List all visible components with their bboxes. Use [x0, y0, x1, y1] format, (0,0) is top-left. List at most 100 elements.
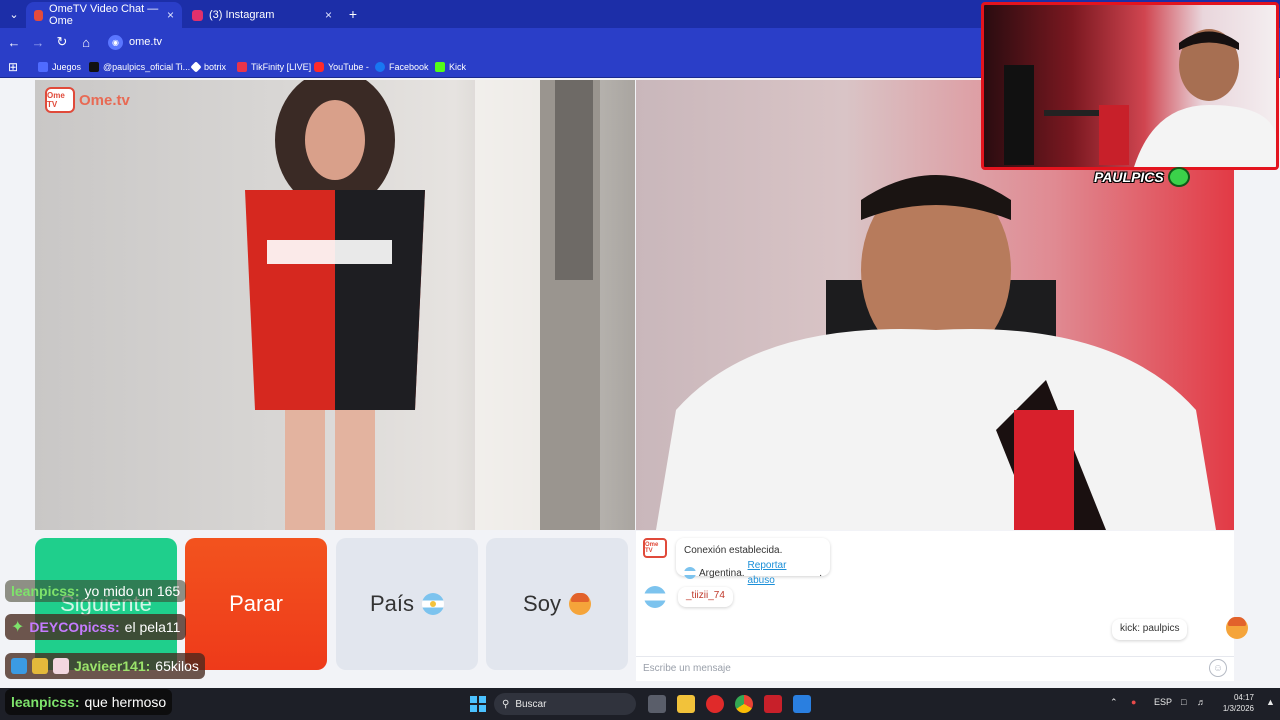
tab-list-icon[interactable]: ⌄ [5, 5, 23, 23]
argentina-flag-icon [684, 567, 696, 579]
reload-icon[interactable]: ↻ [53, 33, 71, 51]
stranger-video-frame [245, 80, 600, 530]
stop-button[interactable]: Parar [185, 538, 327, 670]
tab-ometv[interactable]: OmeTV Video Chat — Ome × [26, 2, 182, 28]
apps-grid-icon[interactable]: ⊞ [4, 58, 22, 76]
emoji-icon[interactable]: ☺ [1209, 659, 1227, 677]
kick-icon [435, 62, 445, 72]
peer-country: Argentina. [698, 567, 745, 579]
bookmark-label: TikFinity [LIVE] [251, 62, 312, 72]
peer-username: _tiizii_74 [678, 587, 733, 607]
own-message: kick: paulpics [1112, 619, 1188, 640]
botrix-icon [190, 61, 202, 73]
microphone-icon[interactable]: ● [1131, 697, 1136, 707]
stream-brand-text: PAULPICS [1094, 169, 1164, 185]
new-tab-button[interactable]: + [344, 5, 362, 23]
bookmark-label: botrix [204, 62, 227, 72]
bookmark-label: YouTube - [328, 62, 369, 72]
bookmark-kick[interactable]: Kick [435, 60, 466, 74]
streamer-webcam-overlay [981, 2, 1279, 170]
chat-username: Javieer141: [74, 658, 151, 674]
youtube-music-icon[interactable] [706, 695, 724, 713]
argentina-flag-icon [422, 593, 445, 615]
clock-time: 04:17 [1233, 693, 1254, 702]
youtube-icon [314, 62, 324, 72]
stream-chat-message: leanpicss: yo mido un 165 [5, 580, 187, 602]
system-message: Conexión establecida. Argentina. Reporta… [676, 538, 830, 586]
taskbar-search[interactable]: ⚲ Buscar [494, 693, 636, 715]
country-filter-button[interactable]: País [336, 538, 478, 670]
chrome-icon[interactable] [735, 695, 753, 713]
folder-icon [38, 62, 48, 72]
windows-start-icon[interactable] [469, 695, 487, 713]
bookmark-juegos[interactable]: Juegos [38, 60, 81, 74]
chat-username: leanpicss: [11, 694, 80, 710]
tab-title: (3) Instagram [209, 9, 275, 21]
bookmark-tiktok[interactable]: @paulpics_oficial Ti... [89, 60, 190, 74]
crown-badge-icon [32, 658, 48, 674]
report-abuse-link[interactable]: Reportar abuso [748, 558, 817, 588]
chat-username: DEYCOpicss: [29, 619, 120, 635]
tiktok-icon [89, 62, 99, 72]
bookmark-label: Facebook [389, 62, 429, 72]
taskbar-clock[interactable]: 04:17 1/3/2026 [1214, 692, 1254, 714]
next-button[interactable]: Siguiente [35, 538, 177, 670]
stop-button-label: Parar [229, 591, 283, 616]
url-field[interactable]: ◉ ome.tv [104, 32, 974, 52]
stranger-video [35, 80, 635, 530]
webcam-frame [1004, 29, 1276, 167]
stream-chat-message: leanpicss: que hermoso [5, 689, 173, 715]
bookmark-youtube[interactable]: YouTube - [314, 60, 369, 74]
bookmark-facebook[interactable]: Facebook [375, 60, 429, 74]
moderator-badge-icon [11, 658, 27, 674]
close-icon[interactable]: × [325, 8, 332, 22]
ometv-tv-icon: Ome TV [45, 87, 75, 113]
country-button-label: País [369, 591, 415, 616]
volume-icon[interactable]: ♬ [1197, 697, 1206, 707]
report-abuse-punct: . [819, 567, 822, 579]
close-icon[interactable]: × [167, 8, 174, 22]
notifications-icon[interactable]: ▲ [1266, 697, 1275, 707]
url-text: ome.tv [129, 36, 163, 48]
home-icon[interactable]: ⌂ [77, 33, 95, 51]
gender-button-label: Soy [523, 591, 561, 616]
gender-button[interactable]: Soy [486, 538, 628, 670]
chat-text: yo mido un 165 [84, 583, 181, 599]
file-explorer-icon[interactable] [677, 695, 695, 713]
gift-badge-icon [53, 658, 69, 674]
clock-date: 1/3/2026 [1222, 704, 1254, 713]
instagram-favicon-icon [192, 9, 203, 21]
bookmark-tikfinity[interactable]: TikFinity [LIVE] [237, 60, 311, 74]
bookmark-botrix[interactable]: botrix [190, 60, 227, 74]
tikfinity-icon [237, 62, 247, 72]
windows-taskbar: ⚲ Buscar ⌃ ● ESP □ ♬ 04:17 1/3/2026 ▲ [0, 688, 1280, 720]
language-indicator[interactable]: ESP [1154, 697, 1172, 707]
forward-icon[interactable]: → [29, 33, 47, 51]
ometv-logo[interactable]: Ome TV Ome.tv [45, 87, 130, 113]
bookmark-label: Juegos [52, 62, 82, 72]
task-view-icon[interactable] [648, 695, 666, 713]
stream-chat-message: Javieer141: 65kilos [5, 653, 205, 679]
facebook-icon [375, 62, 385, 72]
network-icon[interactable]: □ [1181, 697, 1186, 707]
back-icon[interactable]: ← [5, 33, 23, 51]
ometv-logo-text: Ome.tv [79, 91, 130, 109]
taskbar-search-text: Buscar [515, 698, 547, 710]
chat-text: el pela11 [124, 619, 181, 635]
photos-icon[interactable] [793, 695, 811, 713]
message-input[interactable]: Escribe un mensaje [636, 656, 1234, 680]
site-info-icon[interactable]: ◉ [108, 34, 123, 50]
voicemod-icon[interactable] [764, 695, 782, 713]
peer-flag-icon [644, 586, 666, 608]
tab-instagram[interactable]: (3) Instagram × [184, 2, 340, 28]
ometv-favicon-icon [34, 9, 44, 21]
search-icon: ⚲ [502, 698, 510, 710]
bookmark-label: @paulpics_oficial Ti... [103, 62, 191, 72]
chat-text: que hermoso [84, 694, 167, 710]
windows-logo-icon [470, 696, 486, 712]
stream-brand: PAULPICS [1094, 167, 1190, 187]
connection-status: Conexión establecida. [684, 545, 783, 556]
tray-overflow-icon[interactable]: ⌃ [1110, 697, 1118, 708]
stream-chat-message: ✦ DEYCOpicss: el pela11 [5, 614, 187, 640]
tab-title: OmeTV Video Chat — Ome [49, 3, 159, 27]
